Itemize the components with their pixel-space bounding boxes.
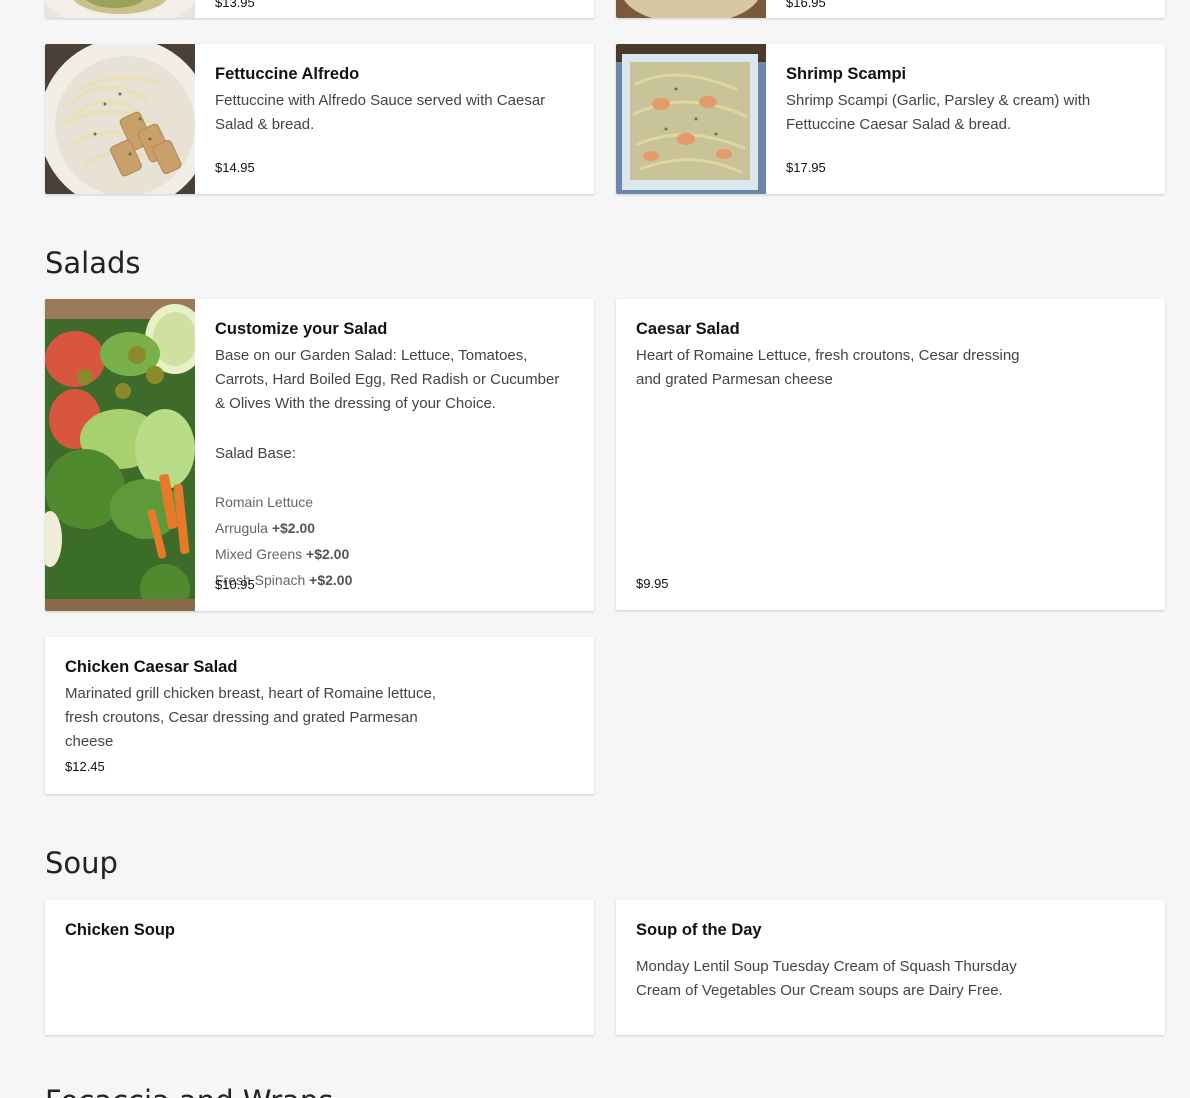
options-label: Salad Base: (215, 445, 296, 462)
dish-image (45, 0, 195, 18)
section-title-salads: Salads (45, 246, 141, 280)
card-body: Chicken Soup (45, 900, 594, 1035)
card-body: $13.95 (195, 0, 594, 18)
option-extra: +$2.00 (271, 520, 316, 536)
fettuccine-alfredo-photo (45, 44, 195, 194)
item-title: Fettuccine Alfredo (215, 65, 360, 83)
dish-image (45, 44, 195, 194)
item-title: Customize your Salad (215, 320, 388, 338)
item-price: $10.95 (215, 577, 255, 592)
option-extra: +$2.00 (306, 546, 350, 562)
card-body: Soup of the Day Monday Lentil Soup Tuesd… (616, 900, 1165, 1035)
menu-item-soup-of-the-day[interactable]: Soup of the Day Monday Lentil Soup Tuesd… (616, 900, 1165, 1035)
menu-item-card[interactable]: $13.95 (45, 0, 594, 18)
menu-item-card[interactable]: $16.95 (616, 0, 1165, 18)
option-item[interactable]: Arrugula +$2.00 (215, 515, 352, 541)
menu-item-chicken-soup[interactable]: Chicken Soup (45, 900, 594, 1035)
option-item[interactable]: Romain Lettuce (215, 489, 352, 515)
option-name: Romain Lettuce (215, 494, 314, 510)
dish-photo-graphic (616, 0, 766, 18)
garden-salad-photo (45, 299, 195, 611)
menu-item-shrimp-scampi[interactable]: Shrimp Scampi Shrimp Scampi (Garlic, Par… (616, 44, 1165, 194)
item-description: Monday Lentil Soup Tuesday Cream of Squa… (636, 958, 1017, 999)
card-body: Fettuccine Alfredo Fettuccine with Alfre… (195, 44, 594, 194)
card-body: Shrimp Scampi Shrimp Scampi (Garlic, Par… (766, 44, 1165, 194)
item-title: Shrimp Scampi (786, 65, 907, 83)
dish-photo-graphic (45, 0, 195, 18)
card-body: Chicken Caesar Salad Marinated grill chi… (45, 637, 594, 794)
dish-image (45, 299, 195, 611)
item-description: Heart of Romaine Lettuce, fresh croutons… (636, 347, 1020, 388)
menu-item-fettuccine-alfredo[interactable]: Fettuccine Alfredo Fettuccine with Alfre… (45, 44, 594, 194)
card-body: $16.95 (766, 0, 1165, 18)
card-body: Caesar Salad Heart of Romaine Lettuce, f… (616, 299, 1165, 610)
item-title: Chicken Soup (65, 921, 176, 939)
option-name: Mixed Greens (215, 546, 303, 562)
option-name: Arrugula (215, 520, 268, 536)
dish-image (616, 44, 766, 194)
item-price: $13.95 (215, 0, 255, 10)
item-description: Marinated grill chicken breast, heart of… (65, 685, 437, 750)
item-price: $14.95 (215, 160, 255, 175)
option-extra: +$2.00 (309, 572, 353, 588)
item-description: Base on our Garden Salad: Lettuce, Tomat… (215, 347, 560, 412)
dish-image (616, 0, 766, 18)
item-title: Caesar Salad (636, 320, 740, 338)
item-description: Shrimp Scampi (Garlic, Parsley & cream) … (786, 92, 1091, 133)
section-title-next: Focaccia and Wraps (45, 1084, 333, 1098)
menu-item-chicken-caesar-salad[interactable]: Chicken Caesar Salad Marinated grill chi… (45, 637, 594, 794)
shrimp-scampi-photo (616, 44, 766, 194)
option-item[interactable]: Mixed Greens +$2.00 (215, 541, 352, 567)
item-price: $9.95 (636, 576, 669, 591)
section-title-soup: Soup (45, 846, 118, 880)
menu-page: $13.95 $16.95 Fettuccine Alfredo Fettucc… (0, 0, 1190, 1098)
item-price: $17.95 (786, 160, 826, 175)
item-description: Fettuccine with Alfredo Sauce served wit… (215, 92, 546, 133)
menu-item-customize-salad[interactable]: Customize your Salad Base on our Garden … (45, 299, 594, 611)
menu-item-caesar-salad[interactable]: Caesar Salad Heart of Romaine Lettuce, f… (616, 299, 1165, 610)
item-title: Soup of the Day (636, 921, 762, 939)
card-body: Customize your Salad Base on our Garden … (195, 299, 594, 611)
item-price: $16.95 (786, 0, 826, 10)
item-title: Chicken Caesar Salad (65, 658, 238, 676)
item-price: $12.45 (65, 759, 105, 774)
